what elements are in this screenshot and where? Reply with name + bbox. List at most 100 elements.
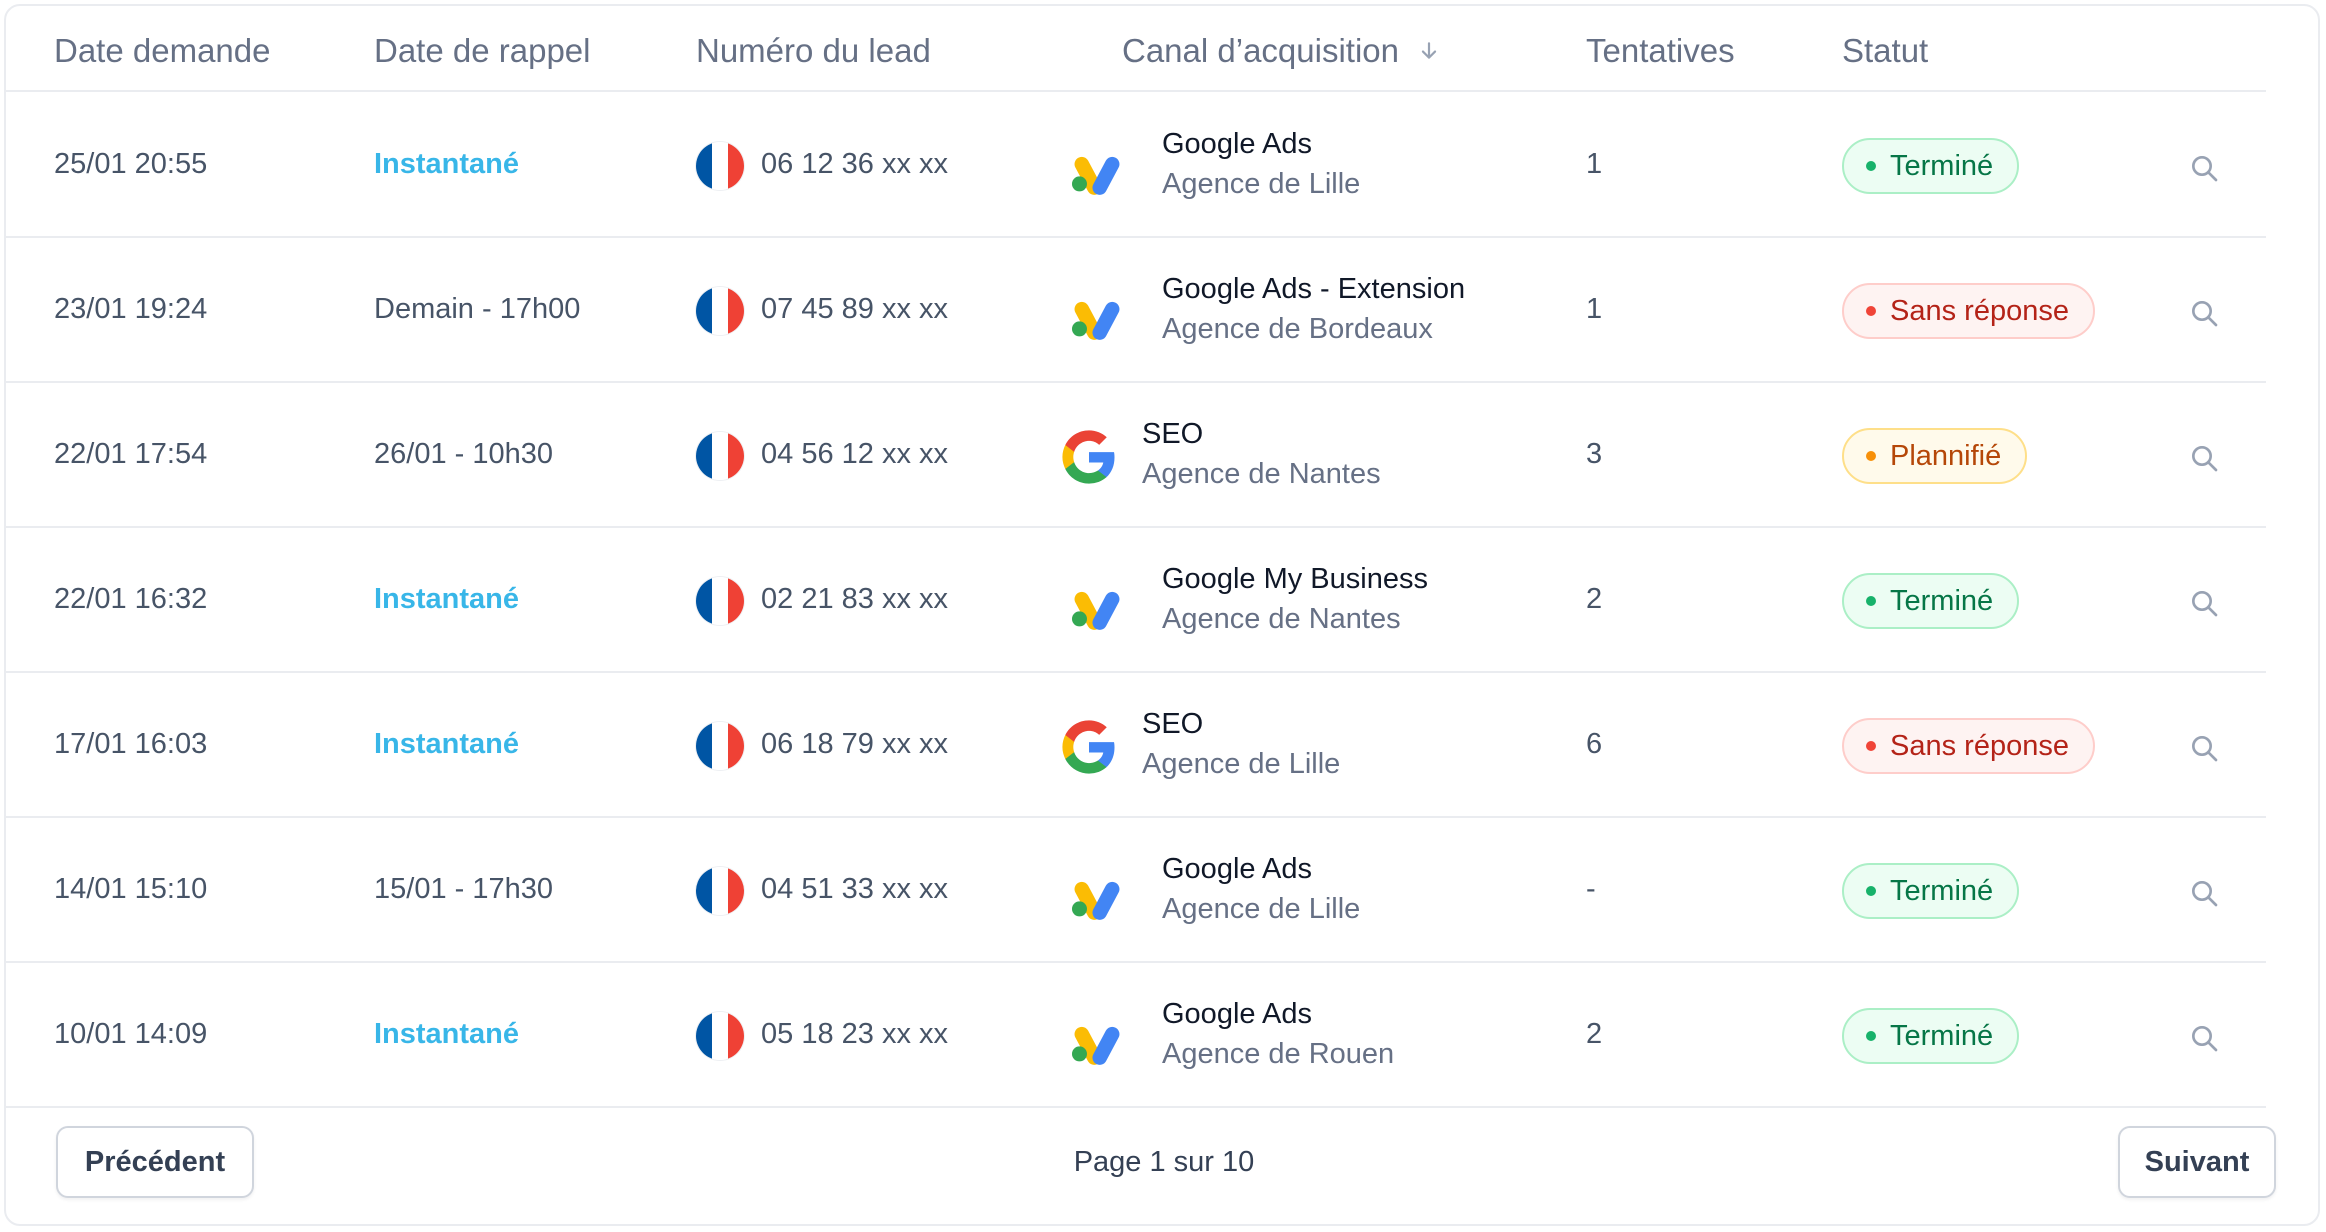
status-dot — [1866, 886, 1876, 896]
lead-phone-number[interactable]: 06 18 79 xx xx — [761, 728, 948, 761]
google-ads-icon — [1068, 138, 1126, 196]
lead-phone-number[interactable]: 02 21 83 xx xx — [761, 583, 948, 616]
channel-agency: Agence de Bordeaux — [1162, 313, 1433, 345]
status-badge: Terminé — [1842, 863, 2020, 919]
table-row[interactable]: 23/01 19:24 Demain - 17h00 07 45 89 xx x… — [6, 239, 2266, 383]
channel-name: SEO — [1142, 418, 1204, 450]
attempts-count: 2 — [1586, 1018, 1603, 1050]
channel-agency: Agence de Lille — [1162, 893, 1361, 925]
status-label: Terminé — [1890, 874, 1994, 907]
lead-phone-number[interactable]: 04 56 12 xx xx — [761, 438, 948, 471]
status-dot — [1866, 161, 1876, 171]
status-badge: Plannifié — [1842, 428, 2028, 484]
google-icon — [1060, 718, 1118, 776]
magnifier-icon[interactable] — [2188, 587, 2220, 619]
next-button[interactable]: Suivant — [2118, 1126, 2276, 1198]
magnifier-icon[interactable] — [2188, 1022, 2220, 1054]
google-ads-icon — [1068, 1008, 1126, 1066]
attempts-count: - — [1586, 873, 1596, 905]
attempts-count: 6 — [1586, 728, 1603, 760]
page-info: Page 1 sur 10 — [1073, 1146, 1255, 1178]
france-flag-icon — [696, 577, 744, 625]
status-label: Sans réponse — [1890, 729, 2069, 762]
channel-name: Google Ads — [1162, 128, 1312, 160]
google-ads-icon — [1068, 863, 1126, 921]
attempts-count: 1 — [1586, 148, 1603, 180]
lead-phone-number[interactable]: 05 18 23 xx xx — [761, 1018, 948, 1051]
callback-date: 26/01 - 10h30 — [374, 438, 553, 470]
lead-phone-number[interactable]: 06 12 36 xx xx — [761, 148, 948, 181]
france-flag-icon — [696, 1012, 744, 1060]
status-dot — [1866, 1031, 1876, 1041]
table-row[interactable]: 22/01 16:32 Instantané 02 21 83 xx xx Go… — [6, 529, 2266, 673]
request-date: 10/01 14:09 — [54, 1018, 208, 1050]
callback-date: Instantané — [374, 583, 520, 615]
col-canal[interactable]: Canal d’acquisition — [1122, 32, 1440, 70]
channel-name: Google Ads — [1162, 998, 1312, 1030]
callback-date: Instantané — [374, 1018, 520, 1050]
status-label: Terminé — [1890, 1019, 1994, 1052]
google-ads-icon — [1068, 573, 1126, 631]
callback-date: 15/01 - 17h30 — [374, 873, 553, 905]
channel-agency: Agence de Rouen — [1162, 1038, 1395, 1070]
col-statut[interactable]: Statut — [1842, 32, 1928, 70]
table-row[interactable]: 14/01 15:10 15/01 - 17h30 04 51 33 xx xx… — [6, 819, 2266, 963]
arrow-down-icon[interactable] — [1418, 32, 1440, 70]
col-canal-label: Canal d’acquisition — [1122, 32, 1400, 69]
magnifier-icon[interactable] — [2188, 732, 2220, 764]
status-label: Terminé — [1890, 584, 1994, 617]
france-flag-icon — [696, 142, 744, 190]
status-dot — [1866, 741, 1876, 751]
magnifier-icon[interactable] — [2188, 442, 2220, 474]
channel-agency: Agence de Lille — [1142, 748, 1341, 780]
status-badge: Terminé — [1842, 1008, 2020, 1064]
france-flag-icon — [696, 867, 744, 915]
col-date-rappel[interactable]: Date de rappel — [374, 32, 590, 70]
col-date-demande[interactable]: Date demande — [54, 32, 270, 70]
attempts-count: 3 — [1586, 438, 1603, 470]
callback-date: Instantané — [374, 728, 520, 760]
magnifier-icon[interactable] — [2188, 152, 2220, 184]
request-date: 22/01 16:32 — [54, 583, 208, 615]
pagination: Précédent Page 1 sur 10 Suivant — [6, 1100, 2318, 1224]
channel-name: Google Ads - Extension — [1162, 273, 1466, 305]
magnifier-icon[interactable] — [2188, 297, 2220, 329]
google-ads-icon — [1068, 283, 1126, 341]
status-dot — [1866, 451, 1876, 461]
status-badge: Sans réponse — [1842, 718, 2095, 774]
channel-agency: Agence de Nantes — [1162, 603, 1401, 635]
attempts-count: 2 — [1586, 583, 1603, 615]
col-tentatives[interactable]: Tentatives — [1586, 32, 1735, 70]
france-flag-icon — [696, 287, 744, 335]
table-row[interactable]: 17/01 16:03 Instantané 06 18 79 xx xx SE… — [6, 674, 2266, 818]
france-flag-icon — [696, 722, 744, 770]
request-date: 22/01 17:54 — [54, 438, 208, 470]
leads-table-card: Date demande Date de rappel Numéro du le… — [4, 4, 2320, 1226]
table-row[interactable]: 10/01 14:09 Instantané 05 18 23 xx xx Go… — [6, 964, 2266, 1108]
request-date: 25/01 20:55 — [54, 148, 208, 180]
google-icon — [1060, 428, 1118, 486]
lead-phone-number[interactable]: 04 51 33 xx xx — [761, 873, 948, 906]
callback-date: Instantané — [374, 148, 520, 180]
channel-name: SEO — [1142, 708, 1204, 740]
status-badge: Terminé — [1842, 573, 2020, 629]
channel-agency: Agence de Nantes — [1142, 458, 1381, 490]
table-header: Date demande Date de rappel Numéro du le… — [6, 6, 2266, 92]
lead-phone-number[interactable]: 07 45 89 xx xx — [761, 293, 948, 326]
status-dot — [1866, 596, 1876, 606]
request-date: 23/01 19:24 — [54, 293, 208, 325]
magnifier-icon[interactable] — [2188, 877, 2220, 909]
request-date: 14/01 15:10 — [54, 873, 208, 905]
channel-name: Google My Business — [1162, 563, 1428, 595]
attempts-count: 1 — [1586, 293, 1603, 325]
table-row[interactable]: 25/01 20:55 Instantané 06 12 36 xx xx Go… — [6, 94, 2266, 238]
status-badge: Terminé — [1842, 138, 2020, 194]
col-numero-lead[interactable]: Numéro du lead — [696, 32, 931, 70]
request-date: 17/01 16:03 — [54, 728, 208, 760]
status-badge: Sans réponse — [1842, 283, 2095, 339]
status-label: Terminé — [1890, 149, 1994, 182]
table-row[interactable]: 22/01 17:54 26/01 - 10h30 04 56 12 xx xx… — [6, 384, 2266, 528]
status-dot — [1866, 306, 1876, 316]
channel-name: Google Ads — [1162, 853, 1312, 885]
france-flag-icon — [696, 432, 744, 480]
